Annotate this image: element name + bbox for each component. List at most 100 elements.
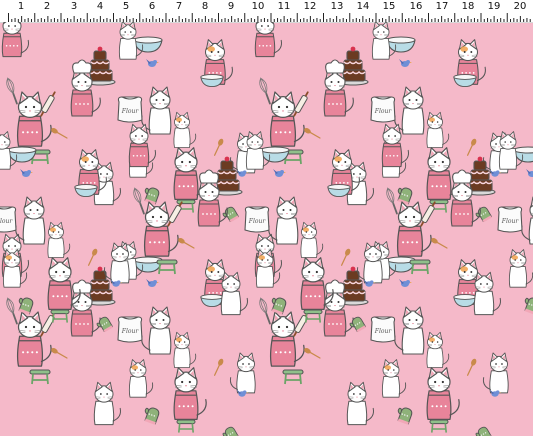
bird-icon bbox=[146, 59, 159, 67]
mixing-bowl-icon bbox=[386, 256, 416, 273]
cat-chef-icon bbox=[356, 242, 383, 284]
fabric-swatch: 1 2 3 4 5 6 7 8 9 10 11 12 13 14 15 16 1… bbox=[0, 0, 533, 436]
flour-label: Flour bbox=[0, 218, 13, 225]
oven-mitt-icon bbox=[144, 187, 160, 205]
bird-icon bbox=[273, 169, 286, 177]
oven-mitt-icon bbox=[475, 426, 492, 436]
stool-icon bbox=[50, 309, 70, 323]
oven-mitt-icon bbox=[271, 297, 287, 315]
mixing-bowl-icon bbox=[133, 36, 163, 53]
whisk-icon bbox=[6, 297, 18, 325]
flour-sack-icon: Flour bbox=[0, 206, 17, 233]
cat-chef-icon bbox=[521, 196, 533, 245]
wooden-spoon-icon bbox=[178, 238, 195, 249]
ruler-label: 13 bbox=[330, 1, 344, 12]
cat-chef-icon bbox=[508, 249, 533, 288]
flour-label: Flour bbox=[248, 218, 267, 225]
cat-chef-icon bbox=[396, 201, 432, 257]
cat-chef-icon bbox=[220, 271, 248, 316]
stool-icon bbox=[156, 259, 178, 275]
oven-mitt-icon bbox=[397, 407, 413, 425]
cat-chef-icon bbox=[47, 221, 71, 258]
oven-mitt-icon bbox=[144, 407, 160, 425]
cat-chef-icon bbox=[1, 22, 29, 58]
flour-label: Flour bbox=[501, 218, 520, 225]
cat-chef-icon bbox=[482, 352, 509, 394]
bird-icon bbox=[399, 279, 412, 287]
whisk-icon bbox=[259, 77, 271, 105]
wooden-spoon-icon bbox=[466, 138, 477, 156]
cat-chef-icon bbox=[173, 331, 197, 368]
cat-chef-icon bbox=[103, 242, 130, 284]
flour-label: Flour bbox=[121, 328, 140, 335]
ruler-label: 11 bbox=[277, 1, 291, 12]
cat-chef-icon bbox=[255, 249, 281, 288]
cat-chef-icon bbox=[394, 306, 425, 355]
ruler-label: 14 bbox=[356, 1, 370, 12]
flour-sack-icon: Flour bbox=[370, 316, 396, 343]
cat-chef-icon bbox=[300, 221, 324, 258]
cat-chef-icon bbox=[268, 196, 299, 245]
wooden-spoon-icon bbox=[304, 348, 321, 359]
mixing-bowl-icon bbox=[386, 36, 416, 53]
oven-mitt-icon bbox=[475, 206, 492, 223]
flour-sack-icon: Flour bbox=[497, 206, 523, 233]
ruler-label: 5 bbox=[122, 1, 130, 12]
mixing-bowl-icon bbox=[133, 256, 163, 273]
oven-mitt-icon bbox=[349, 316, 366, 333]
cat-chef-icon bbox=[473, 271, 501, 316]
wooden-spoon-icon bbox=[304, 128, 321, 139]
cat-chef-icon bbox=[16, 311, 52, 367]
flour-sack-icon: Flour bbox=[117, 316, 143, 343]
ruler-label: 4 bbox=[96, 1, 104, 12]
cat-chef-icon bbox=[346, 381, 374, 426]
ruler-label: 18 bbox=[461, 1, 475, 12]
flour-sack-icon: Flour bbox=[117, 96, 143, 123]
cat-chef-icon bbox=[269, 91, 305, 147]
cat-chef-icon bbox=[128, 359, 154, 398]
whisk-icon bbox=[133, 187, 145, 215]
cat-chef-icon bbox=[173, 367, 207, 421]
ruler-label: 7 bbox=[175, 1, 183, 12]
stool-icon bbox=[29, 369, 51, 385]
stool-icon bbox=[409, 259, 431, 275]
cat-chef-icon bbox=[93, 381, 121, 426]
cat-chef-icon bbox=[381, 359, 407, 398]
cat-chef-icon bbox=[229, 352, 256, 394]
flour-label: Flour bbox=[374, 328, 393, 335]
flour-label: Flour bbox=[374, 108, 393, 115]
wooden-spoon-icon bbox=[431, 238, 448, 249]
cat-chef-icon bbox=[15, 196, 46, 245]
wooden-spoon-icon bbox=[51, 348, 68, 359]
whisk-icon bbox=[386, 187, 398, 215]
ruler-label: 2 bbox=[43, 1, 51, 12]
ruler-label: 3 bbox=[70, 1, 78, 12]
bird-icon bbox=[146, 279, 159, 287]
wooden-spoon-icon bbox=[466, 358, 477, 376]
ruler-label: 8 bbox=[201, 1, 209, 12]
stool-icon bbox=[429, 419, 449, 433]
ruler-label: 6 bbox=[148, 1, 156, 12]
wooden-spoon-icon bbox=[340, 248, 351, 266]
flour-label: Flour bbox=[121, 108, 140, 115]
cat-chef-icon bbox=[426, 111, 450, 148]
stool-icon bbox=[282, 369, 304, 385]
oven-mitt-icon bbox=[222, 426, 239, 436]
ruler-label: 19 bbox=[487, 1, 501, 12]
cat-chef-icon bbox=[254, 22, 282, 58]
oven-mitt-icon bbox=[18, 297, 34, 315]
wooden-spoon-icon bbox=[213, 358, 224, 376]
ruler-label: 15 bbox=[382, 1, 396, 12]
ruler-label: 10 bbox=[251, 1, 265, 12]
wooden-spoon-icon bbox=[87, 248, 98, 266]
print-area: Flour Flour Flour Flour Flour Flour Flour bbox=[0, 22, 533, 436]
oven-mitt-icon bbox=[96, 316, 113, 333]
flour-sack-icon: Flour bbox=[244, 206, 270, 233]
wooden-spoon-icon bbox=[51, 128, 68, 139]
cat-chef-icon bbox=[426, 367, 460, 421]
stool-icon bbox=[303, 309, 323, 323]
cat-chef-icon bbox=[141, 306, 172, 355]
cat-chef-icon bbox=[143, 201, 179, 257]
whisk-icon bbox=[6, 77, 18, 105]
stool-icon bbox=[176, 419, 196, 433]
